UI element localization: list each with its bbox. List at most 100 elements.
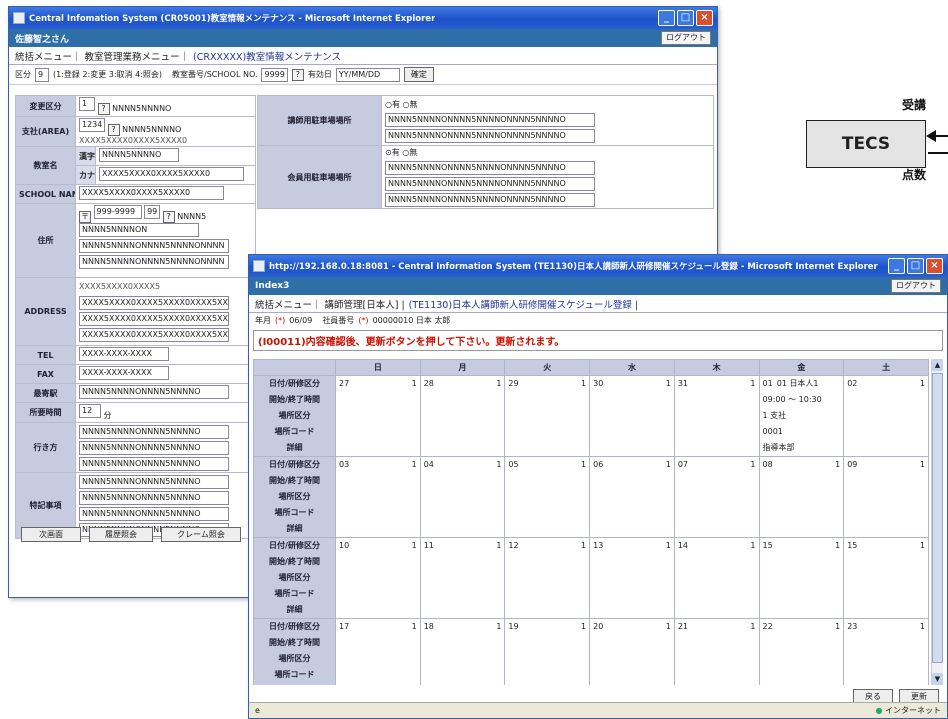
maximize-icon[interactable]: □ xyxy=(677,10,694,26)
day-date: 13 xyxy=(593,541,604,550)
help-icon[interactable]: ? xyxy=(291,68,304,81)
parking1-line2[interactable]: NNNN5NNNNONNNN5NNNNONNNN5NNNNO xyxy=(385,128,595,143)
fax-input[interactable]: XXXX-XXXX-XXXX xyxy=(79,366,169,380)
logout-button[interactable]: ログアウト xyxy=(891,279,941,293)
time-input[interactable]: 12 xyxy=(79,404,101,418)
day-cell[interactable]: 13 1 xyxy=(589,537,675,619)
parking2-line1[interactable]: NNNN5NNNNONNNN5NNNNONNNN5NNNNO xyxy=(385,161,595,175)
zip-help-icon[interactable]: 〒 xyxy=(79,211,91,223)
day-date: 27 xyxy=(339,379,350,388)
weekday-header: 日 xyxy=(335,359,421,376)
help-icon[interactable]: ? xyxy=(97,103,110,115)
tel-input[interactable]: XXXX-XXXX-XXXX xyxy=(79,347,169,361)
detail-text: 指導本部 xyxy=(762,443,795,452)
week-row: 日付/研修区分 開始/終了時間 場所区分 場所コード 詳細 27 1 28 1 29 1 30 1 31 1… xyxy=(253,375,929,457)
logout-button[interactable]: ログアウト xyxy=(661,31,711,45)
row-label: 開始/終了時間 xyxy=(269,395,320,404)
en-address-line4[interactable]: XXXX5XXXX0XXXX5XXXX0XXXX5XXX xyxy=(79,327,229,342)
parking1-yes-radio[interactable]: ○ xyxy=(385,100,392,109)
address-line3[interactable]: NNNN5NNNNONNNN5NNNNONNNN xyxy=(79,255,229,269)
day-cell[interactable]: 01 01 日本人1 09:00 ～ 10:30 1 支社 0001 指導本部 xyxy=(758,375,845,457)
en-address-line3[interactable]: XXXX5XXXX0XXXX5XXXX0XXXX5XXX xyxy=(79,311,229,326)
parking1-no-radio[interactable]: ○ xyxy=(403,100,410,109)
window-titlebar[interactable]: Central Infomation System (CR05001)教室情報メ… xyxy=(9,7,717,29)
day-cell[interactable]: 12 1 xyxy=(504,537,591,619)
breadcrumb-menu[interactable]: 統括メニュー｜ 教室管理業務メニュー｜ xyxy=(15,49,189,63)
parking2-line3[interactable]: NNNN5NNNNONNNN5NNNNONNNN5NNNNO xyxy=(385,193,595,207)
day-cell[interactable]: 27 1 xyxy=(335,375,421,457)
notes-line3[interactable]: NNNN5NNNNONNNN5NNNNO xyxy=(79,506,229,521)
day-cell[interactable]: 08 1 xyxy=(758,456,845,538)
station-input[interactable]: NNNN5NNNNONNNN5NNNNO xyxy=(79,385,229,399)
next-button[interactable]: 次画面 xyxy=(21,527,81,542)
day-cell[interactable]: 06 1 xyxy=(589,456,675,538)
henkou-code-input[interactable]: 1 xyxy=(79,97,95,111)
parking2-yes-label: 有 xyxy=(391,148,400,157)
en-address-line2[interactable]: XXXX5XXXX0XXXX5XXXX0XXXX5XXX xyxy=(79,295,229,310)
route-line3[interactable]: NNNN5NNNNONNNN5NNNNO xyxy=(79,456,229,471)
day-cell[interactable]: 02 1 xyxy=(843,375,929,457)
confirm-button[interactable]: 確定 xyxy=(403,67,434,82)
day-cell[interactable]: 07 1 xyxy=(673,456,760,538)
minimize-icon[interactable]: _ xyxy=(888,258,905,274)
day-cell[interactable]: 10 1 xyxy=(335,537,421,619)
day-cell[interactable]: 19 1 xyxy=(504,618,591,685)
day-cell[interactable]: 29 1 xyxy=(504,375,591,457)
kubun-input[interactable]: 9 xyxy=(35,67,49,82)
help-icon[interactable]: ? xyxy=(107,124,120,136)
day-cell[interactable]: 23 1 xyxy=(843,618,929,685)
day-date: 04 xyxy=(423,460,434,469)
notes-line1[interactable]: NNNN5NNNNONNNN5NNNNO xyxy=(79,474,229,489)
day-cell[interactable]: 22 1 xyxy=(758,618,845,685)
area-code-input[interactable]: 1234 xyxy=(79,118,105,132)
status-message: (I00011)内容確認後、更新ボタンを押して下さい。更新されます。 xyxy=(253,330,943,351)
day-cell[interactable]: 03 1 xyxy=(335,456,421,538)
scroll-down-icon[interactable]: ▼ xyxy=(932,673,943,685)
day-cell[interactable]: 15 1 xyxy=(843,537,929,619)
en-address-label: ADDRESS xyxy=(15,277,76,346)
date-input[interactable]: YY/MM/DD xyxy=(335,67,400,82)
training-type: 日本人1 xyxy=(789,379,819,388)
day-cell[interactable]: 14 1 xyxy=(673,537,760,619)
address-line1[interactable]: NNNN5NNNNON xyxy=(79,223,199,237)
day-cell[interactable]: 30 1 xyxy=(589,375,675,457)
day-cell[interactable]: 18 1 xyxy=(419,618,506,685)
day-cell[interactable]: 05 1 xyxy=(504,456,591,538)
help-icon[interactable]: ? xyxy=(162,211,175,223)
minimize-icon[interactable]: _ xyxy=(658,10,675,26)
breadcrumb-menu[interactable]: 統括メニュー｜ 講師管理[日本人] | xyxy=(255,297,405,311)
day-cell[interactable]: 09 1 xyxy=(843,456,929,538)
vertical-scrollbar[interactable]: ▲ ▼ xyxy=(931,359,943,685)
close-icon[interactable]: × xyxy=(926,258,943,274)
row-label: 場所区分 xyxy=(278,492,311,501)
day-cell[interactable]: 04 1 xyxy=(419,456,506,538)
history-button[interactable]: 履歴照会 xyxy=(89,527,153,542)
day-cell[interactable]: 20 1 xyxy=(589,618,675,685)
address-line2[interactable]: NNNN5NNNNONNNN5NNNNONNNN xyxy=(79,239,229,253)
notes-line2[interactable]: NNNN5NNNNONNNN5NNNNO xyxy=(79,490,229,505)
day-cell[interactable]: 28 1 xyxy=(419,375,506,457)
row-label: 日付/研修区分 xyxy=(269,541,320,550)
parking1-line1[interactable]: NNNN5NNNNONNNN5NNNNONNNN5NNNNO xyxy=(385,112,595,127)
scroll-thumb[interactable] xyxy=(932,373,943,663)
parking2-line2[interactable]: NNNN5NNNNONNNN5NNNNONNNN5NNNNO xyxy=(385,177,595,191)
kana-input[interactable]: XXXX5XXXX0XXXX5XXXX0 xyxy=(99,167,244,181)
parking2-yes-radio[interactable]: ⊙ xyxy=(385,148,392,157)
claim-button[interactable]: クレーム照会 xyxy=(161,527,241,542)
window-titlebar[interactable]: http://192.168.0.18:8081 - Central Infor… xyxy=(249,255,947,277)
pref-input[interactable]: 99 xyxy=(144,205,161,219)
zip-input[interactable]: 999-9999 xyxy=(93,205,142,219)
day-cell[interactable]: 15 1 xyxy=(758,537,845,619)
school-name-input[interactable]: XXXX5XXXX0XXXX5XXXX0 xyxy=(79,186,224,200)
route-line1[interactable]: NNNN5NNNNONNNN5NNNNO xyxy=(79,424,229,439)
day-cell[interactable]: 21 1 xyxy=(673,618,760,685)
kanji-input[interactable]: NNNN5NNNNO xyxy=(99,148,179,162)
maximize-icon[interactable]: □ xyxy=(907,258,924,274)
school-no-input[interactable]: 9999 xyxy=(261,67,288,82)
route-line2[interactable]: NNNN5NNNNONNNN5NNNNO xyxy=(79,440,229,455)
day-cell[interactable]: 17 1 xyxy=(335,618,421,685)
scroll-up-icon[interactable]: ▲ xyxy=(932,359,943,371)
close-icon[interactable]: × xyxy=(696,10,713,26)
day-cell[interactable]: 31 1 xyxy=(673,375,760,457)
day-cell[interactable]: 11 1 xyxy=(419,537,506,619)
